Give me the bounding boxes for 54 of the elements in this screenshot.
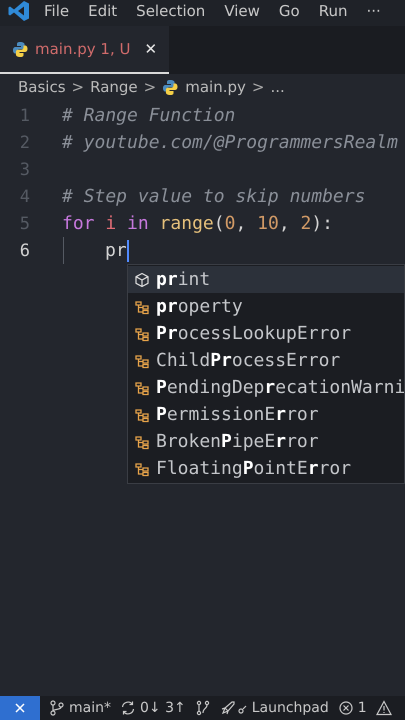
menu-item[interactable]: Run [318,2,348,20]
code-line: pr [105,240,129,262]
rocket-icon [220,700,248,716]
menu-item[interactable]: File [44,2,70,20]
breadcrumb-item[interactable]: main.py [185,78,246,96]
breadcrumb-item[interactable]: Range [90,78,138,96]
suggestion-item[interactable]: property [128,293,404,320]
breadcrumb-item[interactable]: Basics [18,78,66,96]
suggestion-item[interactable]: PermissionError [128,401,404,428]
vscode-logo-icon [8,0,30,22]
class-icon [134,380,150,396]
status-item[interactable]: 1 [338,700,367,716]
status-item[interactable]: main* [49,700,111,716]
code-line: for i in range(0, 10, 2): [62,213,334,234]
class-icon [134,352,150,368]
class-icon [134,326,150,342]
python-icon [162,78,180,96]
menu-item[interactable]: Selection [136,2,206,20]
suggestion-item[interactable]: FloatingPointError [128,455,404,482]
remote-icon [13,701,27,715]
editor-tab[interactable]: main.py 1, U ✕ [0,26,170,74]
suggestion-item[interactable]: print [128,266,404,293]
code-line: # youtube.com/@ProgrammersRealm [62,132,398,153]
cube-icon [134,272,150,288]
suggestion-item[interactable]: ProcessLookupError [128,320,404,347]
remote-button[interactable] [0,696,40,720]
menu-item[interactable]: View [224,2,260,20]
branch-icon [49,700,65,716]
text-caret [126,240,129,262]
class-icon [134,460,150,476]
suggestion-item[interactable]: PendingDeprecationWarni [128,374,404,401]
menu-item[interactable]: Go [278,2,300,20]
separator-text: > [72,78,84,96]
python-icon [12,40,29,58]
line-number: 6 [18,240,30,260]
class-icon [134,298,150,314]
menu-item[interactable]: ··· [366,2,381,20]
breadcrumb-item[interactable]: ... [270,78,285,96]
code-line: # Step value to skip numbers [62,186,366,207]
class-icon [134,406,150,422]
separator-text: > [252,78,264,96]
graph-icon[interactable] [194,700,211,716]
suggestion-item[interactable]: BrokenPipeError [128,428,404,455]
sync-icon [120,700,136,716]
error-icon [338,700,354,716]
code-line: # Range Function [62,105,236,126]
close-button[interactable]: ✕ [144,40,158,58]
class-icon [134,434,150,450]
suggestion-item[interactable]: ChildProcessError [128,347,404,374]
menu-item[interactable]: Edit [88,2,118,20]
status-item[interactable]: Launchpad [220,700,329,716]
status-item[interactable]: 0↓ 3↑ [120,700,186,716]
separator-text: > [144,78,156,96]
warning-icon[interactable] [376,700,392,716]
